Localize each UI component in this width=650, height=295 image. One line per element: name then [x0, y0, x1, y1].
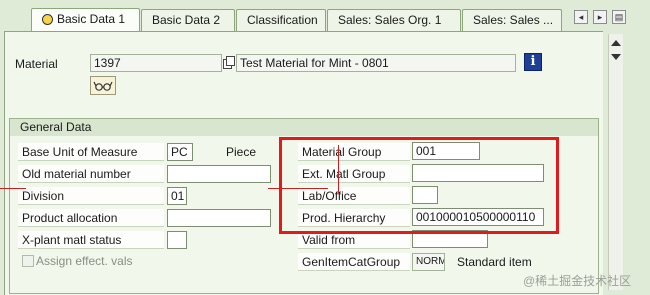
highlight-box — [279, 137, 559, 234]
vertical-scrollbar[interactable] — [608, 34, 623, 290]
glasses-display-icon[interactable] — [90, 76, 116, 95]
xplant-status-field[interactable] — [167, 231, 187, 249]
tab-scroll-right-icon[interactable]: ▸ — [593, 10, 607, 24]
tab-sales-more[interactable]: Sales: Sales ... — [462, 9, 562, 31]
assign-effect-checkbox[interactable] — [22, 255, 34, 267]
tab-active-icon — [42, 14, 53, 26]
material-number-field[interactable]: 1397 — [90, 54, 222, 72]
tab-basic-data-1[interactable]: Basic Data 1 — [31, 8, 140, 32]
product-allocation-field[interactable] — [167, 209, 271, 227]
tab-scroll-left-icon[interactable]: ◂ — [574, 10, 588, 24]
annotation-line — [0, 188, 26, 189]
gen-item-cat-text: Standard item — [457, 255, 532, 269]
tab-classification[interactable]: Classification — [236, 9, 326, 31]
tab-sales-org-1[interactable]: Sales: Sales Org. 1 — [327, 9, 461, 31]
division-label: Division — [18, 187, 164, 205]
scroll-down-icon[interactable] — [611, 54, 621, 60]
gen-item-cat-field[interactable]: NORM — [412, 253, 445, 271]
scroll-up-icon[interactable] — [611, 40, 621, 46]
tab-strip: Basic Data 1 Basic Data 2 Classification… — [0, 0, 650, 32]
xplant-status-label: X-plant matl status — [18, 231, 164, 249]
base-unit-field[interactable]: PC — [167, 143, 193, 161]
product-allocation-label: Product allocation — [18, 209, 164, 227]
old-material-field[interactable] — [167, 165, 271, 183]
info-icon[interactable]: i — [524, 53, 542, 71]
copy-icon[interactable] — [222, 55, 236, 71]
material-label: Material — [15, 57, 58, 71]
base-unit-label: Base Unit of Measure — [18, 143, 164, 161]
gen-item-cat-label: GenItemCatGroup — [298, 253, 410, 271]
watermark: @稀土掘金技术社区 — [523, 274, 632, 288]
division-field[interactable]: 01 — [167, 187, 187, 205]
material-description-field[interactable]: Test Material for Mint - 0801 — [236, 54, 516, 72]
tab-basic-data-2[interactable]: Basic Data 2 — [141, 9, 235, 31]
base-unit-text: Piece — [226, 145, 257, 159]
assign-effect-label: Assign effect. vals — [36, 254, 133, 268]
tab-list-icon[interactable]: ▤ — [612, 10, 626, 24]
old-material-label: Old material number — [18, 165, 164, 183]
general-data-title: General Data — [10, 119, 598, 136]
